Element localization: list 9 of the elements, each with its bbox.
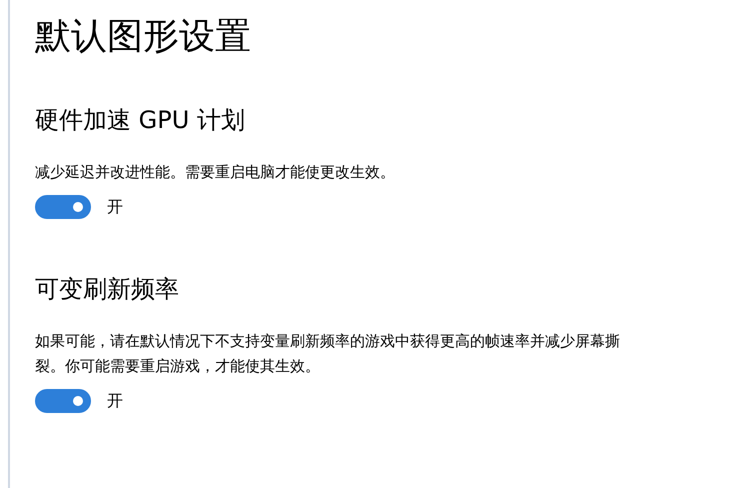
section-heading: 硬件加速 GPU 计划 xyxy=(35,105,246,136)
toggle-label: 开 xyxy=(107,390,123,412)
section-description: 如果可能，请在默认情况下不支持变量刷新频率的游戏中获得更高的帧速率并减少屏幕撕裂。你可能需要重启游戏，才能使其生效。 xyxy=(35,331,621,377)
toggle-switch[interactable] xyxy=(35,389,91,413)
page-title: 默认图形设置 xyxy=(35,15,252,59)
toggle-label: 开 xyxy=(107,196,123,218)
section-description: 减少延迟并改进性能。需要重启电脑才能使更改生效。 xyxy=(35,162,396,183)
toggle-switch[interactable] xyxy=(35,195,91,219)
section-heading: 可变刷新频率 xyxy=(35,274,180,305)
